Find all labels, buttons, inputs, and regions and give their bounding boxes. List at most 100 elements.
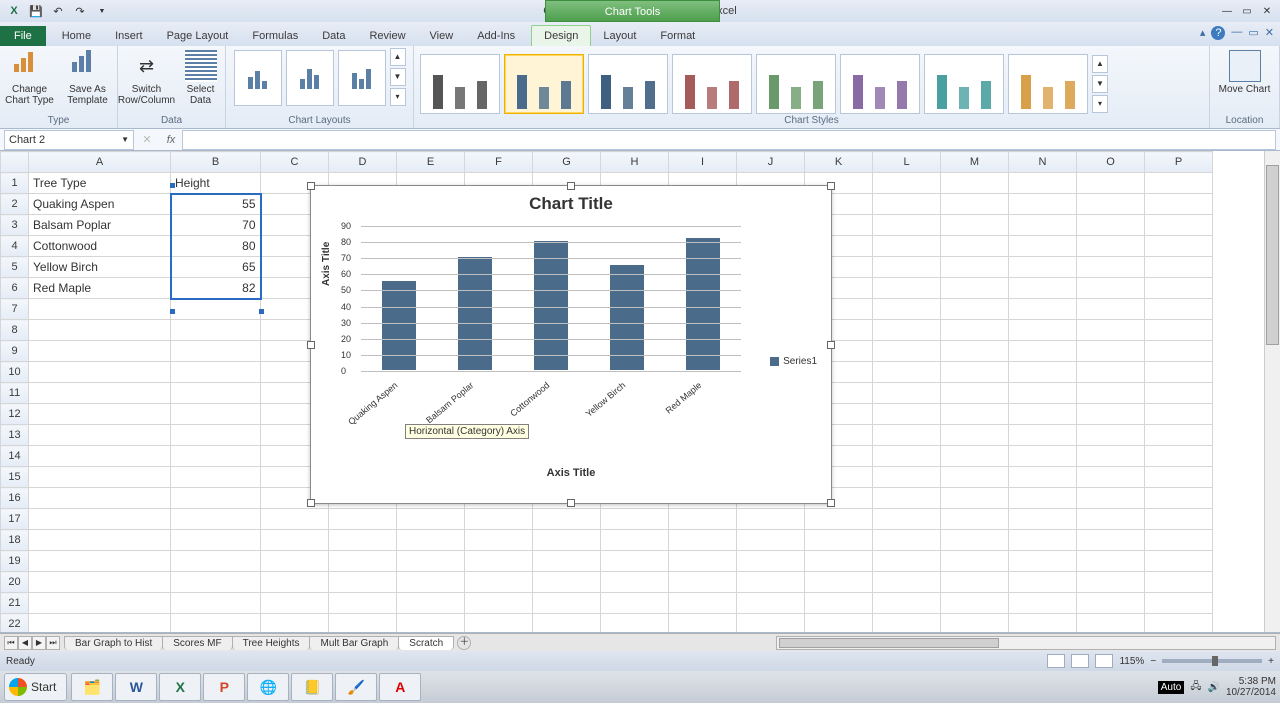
cell[interactable] xyxy=(1077,320,1145,341)
cell[interactable] xyxy=(1077,593,1145,614)
col-header[interactable]: M xyxy=(941,152,1009,173)
cell[interactable] xyxy=(941,467,1009,488)
cell[interactable] xyxy=(29,446,171,467)
cell[interactable]: 55 xyxy=(171,194,261,215)
cell[interactable] xyxy=(465,614,533,634)
cell[interactable]: 80 xyxy=(171,236,261,257)
undo-icon[interactable]: ↶ xyxy=(48,2,68,20)
sheet-nav-next-icon[interactable]: ▶ xyxy=(32,636,46,650)
chart-sizer[interactable] xyxy=(567,499,575,507)
cell[interactable] xyxy=(1009,341,1077,362)
cell[interactable] xyxy=(941,383,1009,404)
cell[interactable] xyxy=(941,446,1009,467)
chart-style-3[interactable] xyxy=(588,54,668,114)
view-page-break-icon[interactable] xyxy=(1095,654,1113,668)
cell[interactable] xyxy=(1077,551,1145,572)
chart-title[interactable]: Chart Title xyxy=(311,186,831,218)
cell[interactable] xyxy=(1077,404,1145,425)
tab-file[interactable]: File xyxy=(0,26,46,46)
cell[interactable] xyxy=(29,509,171,530)
help-icon[interactable]: ? xyxy=(1211,26,1225,40)
select-data-button[interactable]: Select Data xyxy=(178,48,224,106)
word-icon[interactable]: W xyxy=(115,673,157,701)
cell[interactable] xyxy=(29,467,171,488)
paint-icon[interactable]: 🖌️ xyxy=(335,673,377,701)
notes-icon[interactable]: 📒 xyxy=(291,673,333,701)
chart-sizer[interactable] xyxy=(827,499,835,507)
cell[interactable]: Balsam Poplar xyxy=(29,215,171,236)
cell[interactable] xyxy=(29,299,171,320)
row-header[interactable]: 14 xyxy=(1,446,29,467)
cell[interactable] xyxy=(261,530,329,551)
cell[interactable] xyxy=(1077,341,1145,362)
cell[interactable] xyxy=(873,362,941,383)
cell[interactable] xyxy=(29,551,171,572)
row-header[interactable]: 7 xyxy=(1,299,29,320)
sheet-nav-last-icon[interactable]: ⏭ xyxy=(46,636,60,650)
cell[interactable] xyxy=(261,551,329,572)
cell[interactable] xyxy=(397,572,465,593)
cell[interactable] xyxy=(171,509,261,530)
cell[interactable] xyxy=(601,614,669,634)
cell[interactable] xyxy=(1077,299,1145,320)
chart-layout-2[interactable] xyxy=(286,50,334,106)
wb-max-icon[interactable]: ▭ xyxy=(1248,26,1258,40)
cell[interactable] xyxy=(669,530,737,551)
change-chart-type-button[interactable]: Change Chart Type xyxy=(3,48,57,106)
row-header[interactable]: 4 xyxy=(1,236,29,257)
cell[interactable]: Tree Type xyxy=(29,173,171,194)
cell[interactable] xyxy=(329,614,397,634)
name-box[interactable]: Chart 2▼ xyxy=(4,130,134,150)
cell[interactable] xyxy=(171,425,261,446)
new-sheet-icon[interactable]: ＋ xyxy=(457,636,471,650)
col-header[interactable]: P xyxy=(1145,152,1213,173)
cell[interactable] xyxy=(1009,488,1077,509)
cell[interactable] xyxy=(171,341,261,362)
save-icon[interactable]: 💾 xyxy=(26,2,46,20)
vertical-scrollbar[interactable] xyxy=(1264,151,1280,632)
x-axis-title[interactable]: Axis Title xyxy=(311,467,831,479)
cell[interactable] xyxy=(941,614,1009,634)
cell[interactable] xyxy=(601,509,669,530)
chrome-icon[interactable]: 🌐 xyxy=(247,673,289,701)
cell[interactable] xyxy=(397,530,465,551)
chart-style-8[interactable] xyxy=(1008,54,1088,114)
cell[interactable] xyxy=(1077,173,1145,194)
sheet-nav-prev-icon[interactable]: ◀ xyxy=(18,636,32,650)
row-header[interactable]: 13 xyxy=(1,425,29,446)
row-header[interactable]: 8 xyxy=(1,320,29,341)
col-header[interactable]: I xyxy=(669,152,737,173)
range-handle-bl[interactable] xyxy=(170,309,175,314)
col-header[interactable]: F xyxy=(465,152,533,173)
cell[interactable] xyxy=(873,257,941,278)
cell[interactable] xyxy=(737,509,805,530)
cell[interactable] xyxy=(1077,572,1145,593)
cell[interactable] xyxy=(29,425,171,446)
chart-layout-3[interactable] xyxy=(338,50,386,106)
col-header[interactable]: O xyxy=(1077,152,1145,173)
cell[interactable] xyxy=(1009,509,1077,530)
y-axis-title[interactable]: Axis Title xyxy=(321,242,332,286)
cell[interactable] xyxy=(873,467,941,488)
tab-format[interactable]: Format xyxy=(648,26,707,46)
cell[interactable] xyxy=(941,341,1009,362)
col-header[interactable]: B xyxy=(171,152,261,173)
sheet-tab[interactable]: Bar Graph to Hist xyxy=(64,636,163,650)
cell[interactable]: Red Maple xyxy=(29,278,171,299)
cell[interactable] xyxy=(873,425,941,446)
col-header[interactable]: E xyxy=(397,152,465,173)
move-chart-button[interactable]: Move Chart xyxy=(1218,48,1272,95)
cell[interactable] xyxy=(941,236,1009,257)
styles-up-icon[interactable]: ▲ xyxy=(1092,55,1108,73)
cell[interactable] xyxy=(669,551,737,572)
chart-sizer[interactable] xyxy=(567,182,575,190)
range-handle-br[interactable] xyxy=(259,309,264,314)
cell[interactable] xyxy=(29,383,171,404)
cell[interactable] xyxy=(171,593,261,614)
cell[interactable] xyxy=(29,530,171,551)
cell[interactable] xyxy=(1009,593,1077,614)
tab-design[interactable]: Design xyxy=(531,25,591,46)
row-header[interactable]: 20 xyxy=(1,572,29,593)
chart-legend[interactable]: Series1 xyxy=(770,356,817,367)
cell[interactable] xyxy=(1009,236,1077,257)
